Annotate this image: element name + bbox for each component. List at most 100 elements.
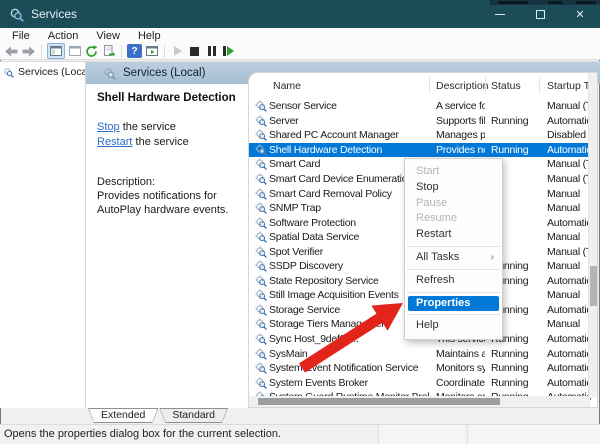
console-tree-pane: Services (Local) [0, 61, 86, 408]
service-gear-icon [249, 333, 269, 345]
column-header-status[interactable]: Status [491, 80, 521, 92]
back-icon[interactable] [4, 43, 19, 59]
status-pane [378, 425, 465, 444]
cell-desc: A service for ... [429, 100, 485, 112]
menu-separator [407, 246, 500, 247]
menu-separator [407, 269, 500, 270]
cell-name: SysMain [269, 348, 429, 360]
menu-item-resume: Resume [405, 211, 502, 227]
show-console-tree-icon[interactable] [47, 43, 65, 59]
cell-status: Running [485, 377, 539, 389]
toolbar-separator [121, 45, 122, 58]
background-window-sliver [490, 0, 600, 5]
cell-status: Running [485, 115, 539, 127]
service-links: Stop the service Restart the service [97, 120, 248, 150]
menu-item-properties[interactable]: Properties [408, 296, 499, 312]
service-gear-icon [249, 275, 269, 287]
table-row[interactable]: ServerSupports file...RunningAutomatic [249, 114, 597, 129]
status-pane [467, 425, 600, 444]
menu-file[interactable]: File [3, 29, 39, 43]
table-row[interactable]: SysMainMaintains a...RunningAutomatic [249, 346, 597, 361]
status-bar: Opens the properties dialog box for the … [0, 424, 600, 444]
menu-separator [407, 292, 500, 293]
tab-label: Extended [88, 408, 158, 422]
stop-service-icon[interactable] [187, 43, 202, 59]
tab-standard[interactable]: Standard [159, 408, 228, 423]
view-tab-strip: ExtendedStandard [88, 408, 229, 424]
menu-action[interactable]: Action [39, 29, 88, 43]
menu-item-help[interactable]: Help [405, 318, 502, 334]
toolbar-separator [41, 45, 42, 58]
list-column-headers: Name Description Status Startup Ty [249, 73, 597, 97]
services-node-icon [3, 67, 14, 78]
description-label: Description: [97, 176, 248, 188]
toolbar: ? [0, 43, 600, 60]
cell-status: Running [485, 362, 539, 374]
service-gear-icon [249, 188, 269, 200]
cell-name: Shell Hardware Detection [269, 144, 429, 156]
menu-item-start: Start [405, 164, 502, 180]
description-text: Provides notifications for AutoPlay hard… [97, 190, 240, 217]
cell-status: Running [485, 144, 539, 156]
vertical-scrollbar-thumb[interactable] [590, 266, 597, 306]
menu-item-pause: Pause [405, 196, 502, 212]
cell-desc: Provides not... [429, 144, 485, 156]
column-divider[interactable] [429, 77, 430, 94]
service-gear-icon [249, 377, 269, 389]
column-divider[interactable] [539, 77, 540, 94]
service-gear-icon [249, 231, 269, 243]
cell-name: Sensor Service [269, 100, 429, 112]
cell-name: System Event Notification Service [269, 362, 429, 374]
forward-icon[interactable] [21, 43, 36, 59]
table-row[interactable]: Shell Hardware DetectionProvides not...R… [249, 143, 597, 158]
restart-service-link[interactable]: Restart [97, 136, 132, 148]
horizontal-scrollbar[interactable] [249, 396, 590, 407]
horizontal-scrollbar-thumb[interactable] [258, 398, 500, 405]
menu-item-refresh[interactable]: Refresh [405, 273, 502, 289]
cell-name: System Events Broker [269, 377, 429, 389]
show-action-pane-icon[interactable] [144, 43, 159, 59]
cell-desc: Supports file... [429, 115, 485, 127]
tab-extended[interactable]: Extended [88, 408, 158, 423]
stop-service-link[interactable]: Stop [97, 121, 120, 133]
extended-detail-pane: Shell Hardware Detection Stop the servic… [86, 84, 248, 408]
menu-bar: FileActionViewHelp [0, 28, 600, 43]
snapin-services-icon [103, 67, 116, 80]
menu-help[interactable]: Help [129, 29, 170, 43]
table-row[interactable]: System Events BrokerCoordinates ...Runni… [249, 375, 597, 390]
pause-service-icon[interactable] [204, 43, 219, 59]
service-gear-icon [249, 318, 269, 330]
column-header-name[interactable]: Name [273, 80, 301, 92]
service-gear-icon [249, 202, 269, 214]
table-row[interactable]: Sensor ServiceA service for ...Manual (T [249, 99, 597, 114]
menu-item-restart[interactable]: Restart [405, 227, 502, 243]
vertical-scrollbar[interactable] [588, 73, 597, 397]
submenu-arrow-icon: › [491, 250, 494, 266]
service-gear-icon [249, 158, 269, 170]
menu-view[interactable]: View [87, 29, 129, 43]
table-row[interactable]: Shared PC Account ManagerManages pr...Di… [249, 128, 597, 143]
export-list-icon[interactable] [101, 43, 116, 59]
properties-window-icon[interactable] [67, 43, 82, 59]
cell-desc: Manages pr... [429, 129, 485, 141]
service-gear-icon [249, 115, 269, 127]
window-title: Services [31, 7, 77, 21]
column-header-description[interactable]: Description [436, 80, 489, 92]
help-icon[interactable]: ? [127, 44, 142, 58]
services-window: Services ✕ FileActionViewHelp ? [0, 0, 600, 444]
column-divider[interactable] [485, 77, 486, 94]
refresh-icon[interactable] [84, 43, 99, 59]
tab-label: Standard [159, 408, 228, 422]
service-gear-icon [249, 246, 269, 258]
menu-item-all-tasks[interactable]: All Tasks› [405, 250, 502, 266]
menu-item-stop[interactable]: Stop [405, 180, 502, 196]
cell-desc: Coordinates ... [429, 377, 485, 389]
service-gear-icon [249, 260, 269, 272]
cell-name: Shared PC Account Manager [269, 129, 429, 141]
restart-service-icon[interactable] [221, 43, 236, 59]
start-service-icon[interactable] [170, 43, 185, 59]
tree-item-services-local[interactable]: Services (Local) [0, 62, 85, 82]
context-menu: StartStopPauseResumeRestart All Tasks› Ref… [404, 158, 503, 340]
service-gear-icon [249, 129, 269, 141]
table-row[interactable]: System Event Notification ServiceMonitor… [249, 361, 597, 376]
